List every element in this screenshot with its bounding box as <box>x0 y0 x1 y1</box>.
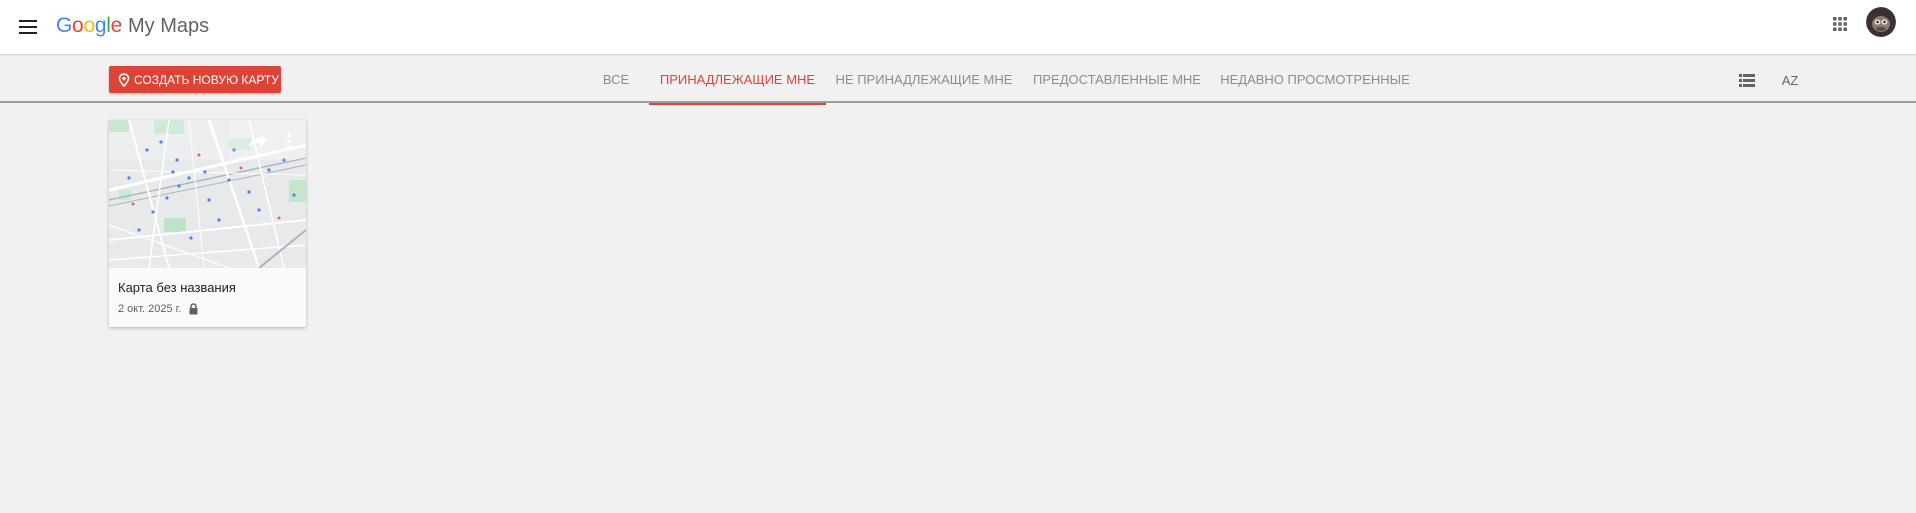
share-icon[interactable] <box>245 128 271 154</box>
tab-label: ВСЕ <box>602 72 630 87</box>
map-thumbnail[interactable] <box>109 120 306 268</box>
map-meta: 2 окт. 2025 г. <box>118 301 198 317</box>
google-my-maps-logo[interactable]: G o o g l e My Maps <box>56 13 209 39</box>
map-filter-tabs: ВСЕ ПРИНАДЛЕЖАЩИЕ МНЕ НЕ ПРИНАДЛЕЖАЩИЕ М… <box>0 56 1916 105</box>
more-vert-icon[interactable] <box>279 128 299 154</box>
tab-all[interactable]: ВСЕ <box>592 56 640 103</box>
lock-icon <box>189 303 198 315</box>
sort-label: AZ <box>1781 72 1799 88</box>
apps-grid-icon[interactable] <box>1826 10 1854 38</box>
tab-recently-viewed[interactable]: НЕДАВНО ПРОСМОТРЕННЫЕ <box>1218 56 1412 103</box>
map-date: 2 окт. 2025 г. <box>118 303 182 315</box>
tab-shared-with-me[interactable]: ПРЕДОСТАВЛЕННЫЕ МНЕ <box>1026 56 1208 103</box>
tab-label: ПРЕДОСТАВЛЕННЫЕ МНЕ <box>1033 72 1201 87</box>
product-name: My Maps <box>127 15 210 37</box>
tab-label: НЕ ПРИНАДЛЕЖАЩИЕ МНЕ <box>835 72 1013 87</box>
map-card[interactable]: Карта без названия 2 окт. 2025 г. <box>109 120 306 327</box>
tab-owned-by-me[interactable]: ПРИНАДЛЕЖАЩИЕ МНЕ <box>649 56 826 105</box>
logo-letter: e <box>110 14 123 37</box>
map-title: Карта без названия <box>118 280 236 295</box>
user-avatar[interactable] <box>1866 7 1896 37</box>
filter-toolbar: СОЗДАТЬ НОВУЮ КАРТУ ВСЕ ПРИНАДЛЕЖАЩИЕ МН… <box>0 56 1916 105</box>
tab-label: НЕДАВНО ПРОСМОТРЕННЫЕ <box>1220 72 1410 87</box>
logo-letter: o <box>83 14 95 37</box>
top-app-bar: G o o g l e My Maps <box>0 0 1916 55</box>
tab-not-owned-by-me[interactable]: НЕ ПРИНАДЛЕЖАЩИЕ МНЕ <box>833 56 1015 103</box>
list-view-icon[interactable] <box>1735 68 1759 92</box>
sort-az-icon[interactable]: AZ <box>1778 68 1802 92</box>
logo-letter: G <box>56 14 73 37</box>
tab-label: ПРИНАДЛЕЖАЩИЕ МНЕ <box>659 72 816 87</box>
logo-letter: g <box>94 14 107 37</box>
logo-letter: o <box>72 14 84 37</box>
hamburger-menu-icon[interactable] <box>14 13 42 41</box>
